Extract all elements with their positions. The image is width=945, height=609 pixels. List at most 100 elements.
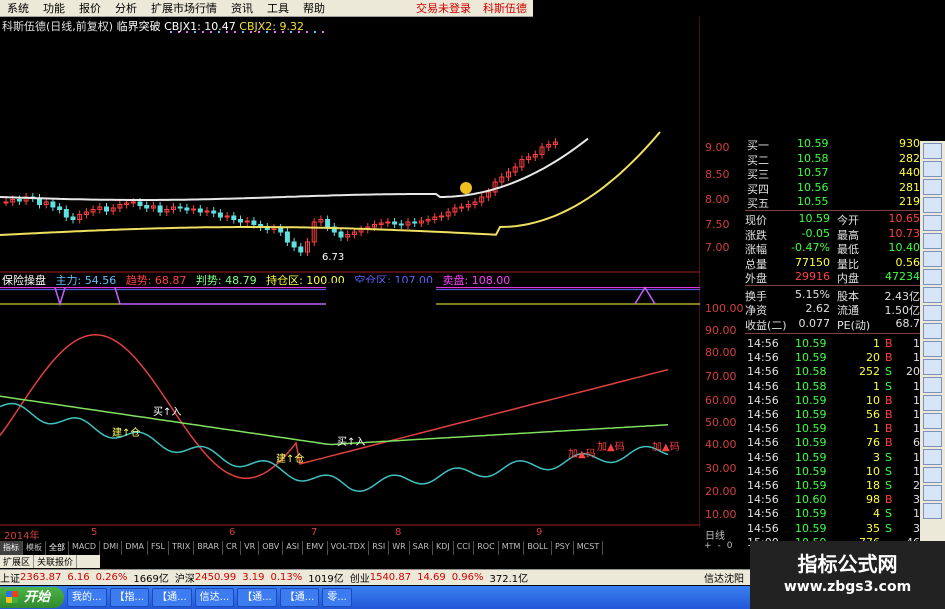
menu-system[interactable]: 系统 [0,0,36,16]
menu-analysis[interactable]: 分析 [108,0,144,16]
tick-volume: 3 [873,450,880,464]
tab-indicator-sar[interactable]: SAR [410,541,433,555]
menu-quote[interactable]: 报价 [72,0,108,16]
setting-button[interactable] [923,485,942,501]
tab-indicator-psy[interactable]: PSY [552,541,574,555]
low-price-annotation: 6.73 [322,252,345,263]
stock-name-link[interactable]: 科斯伍德 [477,0,533,16]
vol-button[interactable] [923,269,942,285]
tech-button[interactable] [923,233,942,249]
tab-indicator-roc[interactable]: ROC [474,541,499,555]
tick-price: 10.59 [795,337,827,350]
rsi-button[interactable] [923,251,942,267]
candle-body [184,207,190,211]
news-button[interactable] [923,431,942,447]
tick-row: 14:56 10.59 1 B 1 [745,422,920,436]
broker-name[interactable]: 信达沈阳 [704,570,744,585]
tab-indicator-指标[interactable]: 指标 [0,541,23,555]
stat-value: 29916 [795,270,830,283]
tab-indicator-mcst[interactable]: MCST [574,541,604,555]
tab-indicator-模板[interactable]: 模板 [23,541,46,555]
kline-button[interactable] [923,161,942,177]
tab-indicator-emv[interactable]: EMV [303,541,328,555]
cci-button[interactable] [923,377,942,393]
index-percent: 0.96% [451,572,484,583]
tab-indicator-dmi[interactable]: DMI [100,541,123,555]
tab-indicator-vr[interactable]: VR [241,541,260,555]
tab-indicator-wr[interactable]: WR [389,541,410,555]
misc-button[interactable] [923,449,942,465]
f10-button[interactable] [923,179,942,195]
taskbar-window-button[interactable]: 我的... [67,588,107,607]
macd-button[interactable] [923,323,942,339]
signal-add: 加▲码 [568,449,596,460]
boll-button[interactable] [923,359,942,375]
tick-volume: 56 [866,408,880,421]
tick-side: B [885,422,893,436]
tab-ext-area[interactable]: 扩展区 [0,555,35,568]
end-button[interactable] [923,503,942,519]
tab-indicator-dma[interactable]: DMA [122,541,148,555]
tab-indicator-asi[interactable]: ASI [283,541,304,555]
tab-indicator-obv[interactable]: OBV [259,541,284,555]
zoom-in-button[interactable]: + [704,541,712,555]
taskbar-window-button[interactable]: 信达... [194,588,235,607]
chart-cbjx1: CBJX1: 10.47 [164,20,236,33]
menu-bar: 系统 功能 报价 分析 扩展市场行情 资讯 工具 帮助 交易未登录 科斯伍德 [0,0,533,17]
menu-help[interactable]: 帮助 [296,0,332,16]
tab-indicator-全部[interactable]: 全部 [46,541,69,555]
tab-indicator-trix[interactable]: TRIX [169,541,195,555]
tab-indicator-cr[interactable]: CR [223,541,242,555]
menu-tools[interactable]: 工具 [260,0,296,16]
tab-indicator-cci[interactable]: CCI [454,541,475,555]
stats-button[interactable] [923,305,942,321]
candle-body [177,206,183,209]
tab-indicator-boll[interactable]: BOLL [524,541,552,555]
extra-button[interactable] [923,413,942,429]
bid-volume: 440 [899,166,920,179]
index-value: 2363.87 [20,572,62,583]
trade-login-status[interactable]: 交易未登录 [410,0,477,16]
info-button[interactable] [923,197,942,213]
index-value: 1540.87 [369,572,412,583]
tick-count: 20 [906,365,920,379]
zoom-out-button[interactable]: - [718,541,721,555]
tick-count: 1 [913,464,920,478]
quote-stat-row: 涨跌 -0.05 最高 10.73 [745,227,920,242]
stat-label: 收益(二) [745,318,787,332]
tab-indicator-rsi[interactable]: RSI [369,541,390,555]
fz-button[interactable] [923,215,942,231]
tab-indicator-kdj[interactable]: KDJ [433,541,454,555]
candle-body [63,209,69,218]
period-label[interactable]: 日线 [705,527,725,542]
taskbar-window-button[interactable]: 【通... [279,588,320,607]
zoom-reset-button[interactable]: 0 [727,541,733,555]
tick-time: 14:56 [747,450,779,464]
taskbar-window-button[interactable]: 【通... [152,588,192,607]
compare-button[interactable] [923,287,942,303]
tab-indicator-macd[interactable]: MACD [69,541,100,555]
taskbar-window-button[interactable]: 【指... [109,588,150,607]
tab-indicator-brar[interactable]: BRAR [194,541,224,555]
bid-row: 买二 10.58 282 [745,152,920,167]
menu-info[interactable]: 资讯 [224,0,260,16]
tab-indicator-vol-tdx[interactable]: VOL-TDX [328,541,370,555]
quote-button[interactable] [923,143,942,159]
menu-ext-market[interactable]: 扩展市场行情 [144,0,224,16]
tab-indicator-fsl[interactable]: FSL [148,541,169,555]
menu-function[interactable]: 功能 [36,0,72,16]
tab-indicator-mtm[interactable]: MTM [499,541,525,555]
taskbar-window-button[interactable]: 零... [322,588,352,607]
tool-button[interactable] [923,467,942,483]
tab-related-quote[interactable]: 关联报价 [34,555,78,568]
tick-time: 14:56 [747,479,779,492]
tick-price: 10.60 [795,493,827,507]
taskbar-window-button[interactable]: 【通... [237,588,277,607]
start-button[interactable]: 开始 [0,587,64,608]
more-button[interactable] [923,395,942,411]
index-amount: 1019亿 [308,574,344,585]
kdj-button[interactable] [923,341,942,357]
quote-stat-row: 涨幅 -0.47% 最低 10.40 [745,241,920,256]
candle-body [231,215,237,220]
candle-body [130,201,136,204]
